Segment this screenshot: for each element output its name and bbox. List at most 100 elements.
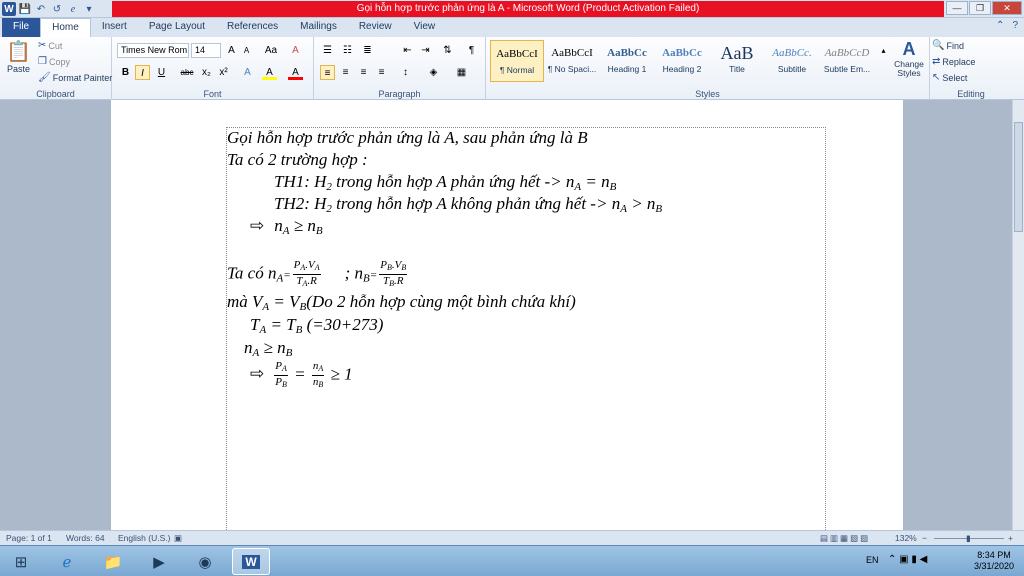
strikethrough-button[interactable]: abc [178,65,196,80]
tab-mailings[interactable]: Mailings [289,18,348,37]
input-language[interactable]: EN [866,555,879,565]
tab-view[interactable]: View [403,18,447,37]
style-heading-1[interactable]: AaBbCc Heading 1 [600,40,654,82]
style-subtle-emphasis[interactable]: AaBbCcD Subtle Em... [820,40,874,82]
save-icon[interactable]: 💾 [18,2,32,16]
clock[interactable]: 8:34 PM 3/31/2020 [974,550,1014,572]
start-icon[interactable]: ⊞ [2,548,40,575]
style-no-spacing[interactable]: AaBbCcI ¶ No Spaci... [545,40,599,82]
undo-icon[interactable]: ↶ [34,2,48,16]
tray-icons[interactable]: ⌃ ▣ ▮ ◀ [888,554,927,565]
align-left-icon[interactable]: ≡ [320,65,335,80]
doc-line-5[interactable]: ⇨ nA ≥ nB [250,215,323,242]
increase-indent-icon[interactable]: ⇥ [418,43,433,58]
replace-button[interactable]: ⇄ Replace [932,56,975,67]
scroll-thumb[interactable] [1014,122,1023,232]
decrease-indent-icon[interactable]: ⇤ [400,43,415,58]
italic-button[interactable]: I [135,65,150,80]
align-right-icon[interactable]: ≡ [356,65,371,80]
tab-references[interactable]: References [216,18,289,37]
fraction-nA: PA.VA TA.R [292,259,321,288]
zoom-level[interactable]: 132% [895,532,917,545]
taskbar: ⊞ ℯ 📁 ▶ ◉ W EN ⌃ ▣ ▮ ◀ 8:34 PM 3/31/2020 [0,545,1024,576]
shrink-font-button[interactable]: A [239,43,254,58]
redo-icon[interactable]: ↺ [50,2,64,16]
restore-button[interactable]: ❐ [969,1,991,15]
status-bar: Page: 1 of 1 Words: 64 English (U.S.) ▣ … [0,530,1024,545]
doc-line-2[interactable]: Ta có 2 trường hợp : [227,149,368,171]
tab-page-layout[interactable]: Page Layout [138,18,216,37]
equation-icon[interactable]: e [66,2,80,16]
superscript-button[interactable]: x² [216,65,231,80]
highlight-button[interactable]: A [262,65,277,80]
show-marks-button[interactable]: ¶ [464,43,479,58]
word-count[interactable]: Words: 64 [66,532,105,545]
paste-button[interactable]: 📋 Paste [6,39,31,74]
change-styles-button[interactable]: A Change Styles [890,39,928,78]
font-name-select[interactable]: Times New Rom [117,43,189,58]
explorer-icon[interactable]: 📁 [94,548,132,575]
chrome-icon[interactable]: ◉ [186,548,224,575]
doc-line-6[interactable]: Ta có nA= PA.VA TA.R; nB= PB.VB TB.R [227,259,409,290]
font-size-select[interactable]: 14 [191,43,221,58]
ribbon: 📋 Paste ✂ Cut ❐ Copy 🖌 Format Painter Clipb… [0,37,1024,100]
text-effects-button[interactable]: A [240,65,255,80]
tab-file[interactable]: File [2,18,41,37]
change-case-button[interactable]: Aa [260,43,282,58]
format-painter-button[interactable]: 🖌 Format Painter [38,72,112,83]
styles-label: Styles [695,89,720,99]
justify-icon[interactable]: ≡ [374,65,389,80]
page-count[interactable]: Page: 1 of 1 [6,532,52,545]
help-icon[interactable]: ? [1012,20,1018,31]
bold-button[interactable]: B [118,65,133,80]
borders-icon[interactable]: ▦ [454,65,469,80]
numbering-icon[interactable]: ☷ [340,43,355,58]
ie-icon[interactable]: ℯ [48,548,86,575]
fraction-pressure: PA PB [274,360,288,389]
sort-icon[interactable]: ⇅ [440,43,455,58]
change-styles-icon: A [902,39,916,59]
clipboard-label: Clipboard [36,89,75,99]
subscript-button[interactable]: x₂ [199,65,214,80]
zoom-in-button[interactable]: + [1008,532,1013,545]
style-title[interactable]: AaB Title [710,40,764,82]
style-normal[interactable]: AaBbCcI ¶ Normal [490,40,544,82]
tab-review[interactable]: Review [348,18,403,37]
quick-access-toolbar: W 💾 ↶ ↺ e ▾ [0,0,96,18]
language[interactable]: English (U.S.) [118,532,170,545]
shading-icon[interactable]: ◈ [426,65,441,80]
word-logo-icon[interactable]: W [2,2,16,16]
zoom-out-button[interactable]: − [922,532,927,545]
close-button[interactable]: ✕ [992,1,1022,15]
cut-button[interactable]: ✂ Cut [38,40,62,51]
clear-formatting-button[interactable]: A [288,43,303,58]
word-taskbar-icon[interactable]: W [232,548,270,575]
brush-icon: 🖌 [38,72,51,83]
style-heading-2[interactable]: AaBbCc Heading 2 [655,40,709,82]
bullets-icon[interactable]: ☰ [320,43,335,58]
vertical-scrollbar[interactable] [1012,100,1024,530]
styles-scroll-icon[interactable]: ▴ [876,43,891,58]
align-center-icon[interactable]: ≡ [338,65,353,80]
customize-qat-icon[interactable]: ▾ [82,2,96,16]
multilevel-list-icon[interactable]: ≣ [360,43,375,58]
doc-line-10[interactable]: ⇨ PA PB = nA nB ≥ 1 [250,360,353,391]
line-spacing-icon[interactable]: ↕ [398,65,413,80]
tab-home[interactable]: Home [40,18,91,37]
underline-button[interactable]: U [154,65,169,80]
grow-font-button[interactable]: A [224,43,239,58]
view-buttons-icon[interactable]: ▤▥▦▧▨ [820,532,870,545]
doc-line-1[interactable]: Gọi hỗn hợp trước phản ứng là A, sau phả… [227,127,588,149]
font-color-button[interactable]: A [288,65,303,80]
tab-insert[interactable]: Insert [91,18,138,37]
minimize-button[interactable]: — [946,1,968,15]
copy-button[interactable]: ❐ Copy [38,56,70,67]
macro-icon[interactable]: ▣ [174,532,182,545]
select-button[interactable]: ↖ Select [932,72,967,83]
find-button[interactable]: 🔍 Find [932,40,964,51]
media-player-icon[interactable]: ▶ [140,548,178,575]
doc-line-4[interactable]: TH2: H2 trong hỗn hợp A không phản ứng h… [274,193,662,220]
zoom-thumb-icon[interactable]: ▮ [966,532,971,545]
style-subtitle[interactable]: AaBbCc. Subtitle [765,40,819,82]
collapse-ribbon-icon[interactable]: ⌃ [996,20,1004,31]
